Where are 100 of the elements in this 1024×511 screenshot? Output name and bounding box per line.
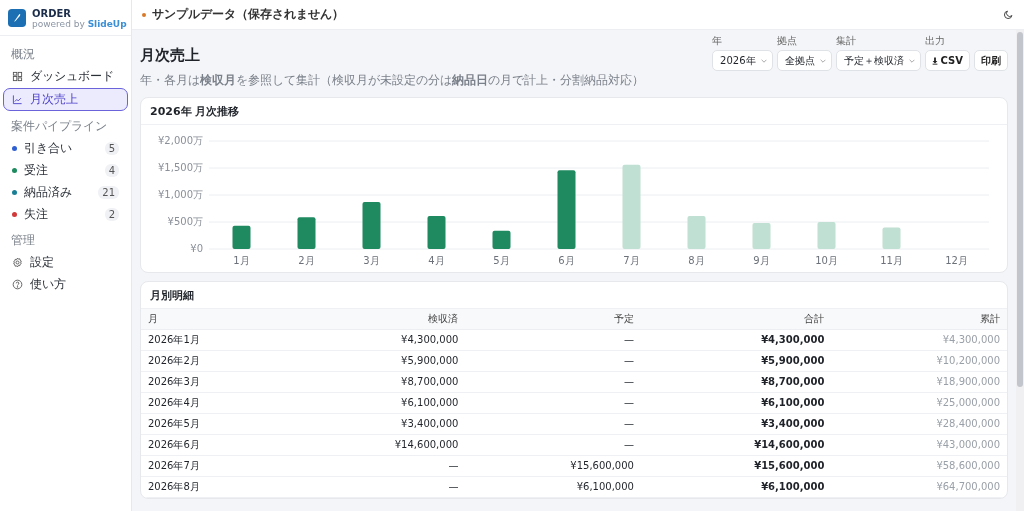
table-cell: ¥14,600,000 (640, 434, 832, 456)
card-title: 2026年 月次推移 (141, 98, 1007, 125)
count-badge: 21 (98, 186, 119, 199)
table-cell: ¥4,300,000 (640, 329, 832, 351)
sidebar-item[interactable]: 失注 2 (3, 204, 128, 225)
column-header: 合計 (640, 309, 832, 330)
axis-label: 4月 (428, 255, 445, 266)
download-icon (931, 56, 938, 65)
bar (687, 216, 706, 249)
table-cell: 2026年7月 (141, 455, 290, 477)
chevron-down-icon (760, 58, 767, 63)
table-cell: ¥8,700,000 (640, 371, 832, 393)
table-cell: — (465, 350, 641, 372)
table-cell: ¥25,000,000 (831, 392, 1007, 414)
table-cell: ¥5,900,000 (640, 350, 832, 372)
bar (882, 227, 901, 249)
filter-label: 年 (712, 34, 724, 48)
table-cell: — (465, 434, 641, 456)
table-cell: 2026年2月 (141, 350, 290, 372)
table-cell: ¥4,300,000 (289, 329, 466, 351)
column-header: 月 (141, 309, 290, 330)
axis-label: ¥0 (190, 243, 203, 254)
sidebar-item[interactable]: 月次売上 (3, 88, 128, 111)
table-cell: — (465, 392, 641, 414)
item-label: 失注 (24, 206, 49, 223)
item-label: ダッシュボード (30, 68, 115, 85)
item-label: 引き合い (24, 140, 73, 157)
table-cell: ¥6,100,000 (289, 392, 466, 414)
filter-label: 拠点 (776, 34, 798, 48)
grid-icon (12, 71, 23, 82)
line-chart-icon (12, 94, 23, 105)
table-cell: ¥64,700,000 (831, 476, 1007, 498)
bar (492, 230, 511, 249)
count-badge: 5 (104, 142, 119, 155)
filter-label: 出力 (924, 34, 946, 48)
table-cell: — (289, 476, 466, 498)
table-cell: ¥15,600,000 (465, 455, 641, 477)
table-cell: ¥14,600,000 (289, 434, 466, 456)
table-cell: ¥15,600,000 (640, 455, 832, 477)
output-button[interactable]: CSV (924, 50, 970, 71)
sidebar-item[interactable]: 納品済み 21 (3, 182, 128, 203)
chevron-down-icon (819, 58, 826, 63)
output-button[interactable]: 印刷 (974, 50, 1008, 71)
item-label: 受注 (24, 162, 49, 179)
table-cell: 2026年4月 (141, 392, 290, 414)
help-icon (12, 279, 23, 290)
scrollbar-thumb[interactable] (1017, 32, 1023, 387)
sidebar-item[interactable]: 引き合い 5 (3, 138, 128, 159)
axis-label: 1月 (233, 255, 250, 266)
app-logo (8, 9, 26, 27)
bar (362, 202, 381, 249)
bar (752, 223, 771, 249)
axis-label: ¥1,500万 (158, 162, 203, 173)
axis-label: ¥1,000万 (158, 189, 203, 200)
table-cell: — (465, 371, 641, 393)
filter-label: 集計 (835, 34, 857, 48)
table-cell: 2026年6月 (141, 434, 290, 456)
axis-label: ¥2,000万 (158, 135, 203, 146)
item-label: 使い方 (30, 276, 67, 293)
table-cell: 2026年1月 (141, 329, 290, 351)
moon-icon[interactable] (1003, 9, 1014, 20)
column-header: 検収済 (289, 309, 466, 330)
filter-select[interactable]: 2026年 (712, 50, 773, 71)
sidebar-item[interactable]: 使い方 (3, 274, 128, 295)
table-cell: ¥6,100,000 (640, 476, 832, 498)
table-cell: ¥58,600,000 (831, 455, 1007, 477)
filter-select[interactable]: 全拠点 (776, 50, 832, 71)
table-cell: 2026年3月 (141, 371, 290, 393)
table-cell: ¥18,900,000 (831, 371, 1007, 393)
chevron-down-icon (908, 58, 915, 63)
table-cell: ¥6,100,000 (465, 476, 641, 498)
settings-icon (12, 257, 23, 268)
table-cell: ¥4,300,000 (831, 329, 1007, 351)
filter-select[interactable]: 予定＋検収済 (835, 50, 921, 71)
table-cell: ¥10,200,000 (831, 350, 1007, 372)
axis-label: 6月 (558, 255, 575, 266)
sample-data-notice: サンプルデータ（保存されません） (152, 6, 345, 23)
app-tagline: powered by SlideUp (32, 18, 127, 29)
count-badge: 2 (104, 208, 119, 221)
table-cell: — (465, 329, 641, 351)
axis-label: 10月 (815, 255, 838, 266)
bar (817, 222, 836, 249)
table-cell: ¥3,400,000 (640, 413, 832, 435)
item-label: 月次売上 (30, 91, 79, 108)
sidebar-item[interactable]: ダッシュボード (3, 66, 128, 87)
section-heading: 概況 (10, 46, 36, 63)
column-header: 予定 (465, 309, 641, 330)
page-subtitle: 年・各月は検収月を参照して集計（検収月が未設定の分は納品日の月で計上・分割納品対応） (140, 72, 645, 89)
table-cell: — (465, 413, 641, 435)
table-cell: ¥28,400,000 (831, 413, 1007, 435)
axis-label: 3月 (363, 255, 380, 266)
table-cell: — (289, 455, 466, 477)
item-label: 設定 (30, 254, 55, 271)
column-header: 累計 (831, 309, 1007, 330)
item-label: 納品済み (24, 184, 73, 201)
axis-label: 2月 (298, 255, 315, 266)
sidebar-item[interactable]: 設定 (3, 252, 128, 273)
bar (297, 217, 316, 249)
sidebar-item[interactable]: 受注 4 (3, 160, 128, 181)
axis-label: 7月 (623, 255, 640, 266)
